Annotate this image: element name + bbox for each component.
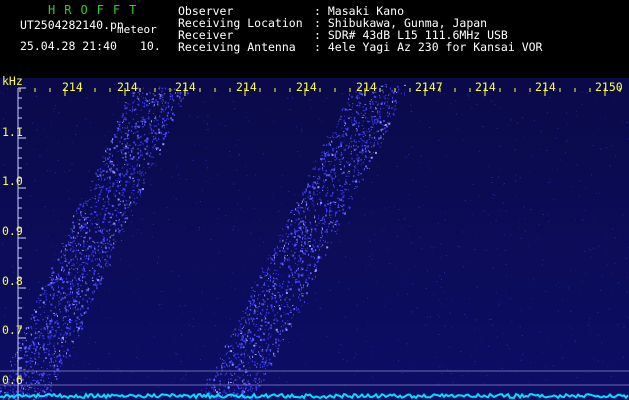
value-antenna: : 4ele Yagi Az 230 for Kansai VOR (314, 40, 543, 54)
x-tick-label: 214 (117, 80, 138, 94)
y-tick-label: 0.6 (2, 373, 23, 387)
hrofft-logo: HROFFT (48, 3, 146, 17)
filename: UT2504282140.pn (20, 18, 124, 32)
x-tick-label: 2147 (415, 80, 443, 94)
spectrum-background (0, 78, 629, 400)
x-tick-label: 214 (356, 80, 377, 94)
x-tick-label: 214 (175, 80, 196, 94)
y-tick-label: 1.1 (2, 125, 23, 139)
x-tick-label: 214 (62, 80, 83, 94)
y-tick-label: 0.8 (2, 274, 23, 288)
interval: 10. (140, 39, 161, 53)
y-tick-label: 1.0 (2, 174, 23, 188)
spectrogram (0, 78, 629, 400)
y-tick-label: 0.7 (2, 323, 23, 337)
datetime: 25.04.28 21:40 (20, 39, 117, 53)
x-tick-label: 2150 (595, 80, 623, 94)
x-tick-label: 214 (535, 80, 556, 94)
x-tick-label: 214 (296, 80, 317, 94)
y-unit-label: kHz (2, 74, 23, 88)
label-antenna: Receiving Antenna (178, 40, 296, 54)
header: HROFFT UT2504282140.pn meteor 25.04.28 2… (0, 0, 629, 78)
x-tick-label: 214 (236, 80, 257, 94)
tag-meteor: meteor (117, 23, 157, 36)
y-tick-label: 0.9 (2, 224, 23, 238)
x-tick-label: 214 (475, 80, 496, 94)
